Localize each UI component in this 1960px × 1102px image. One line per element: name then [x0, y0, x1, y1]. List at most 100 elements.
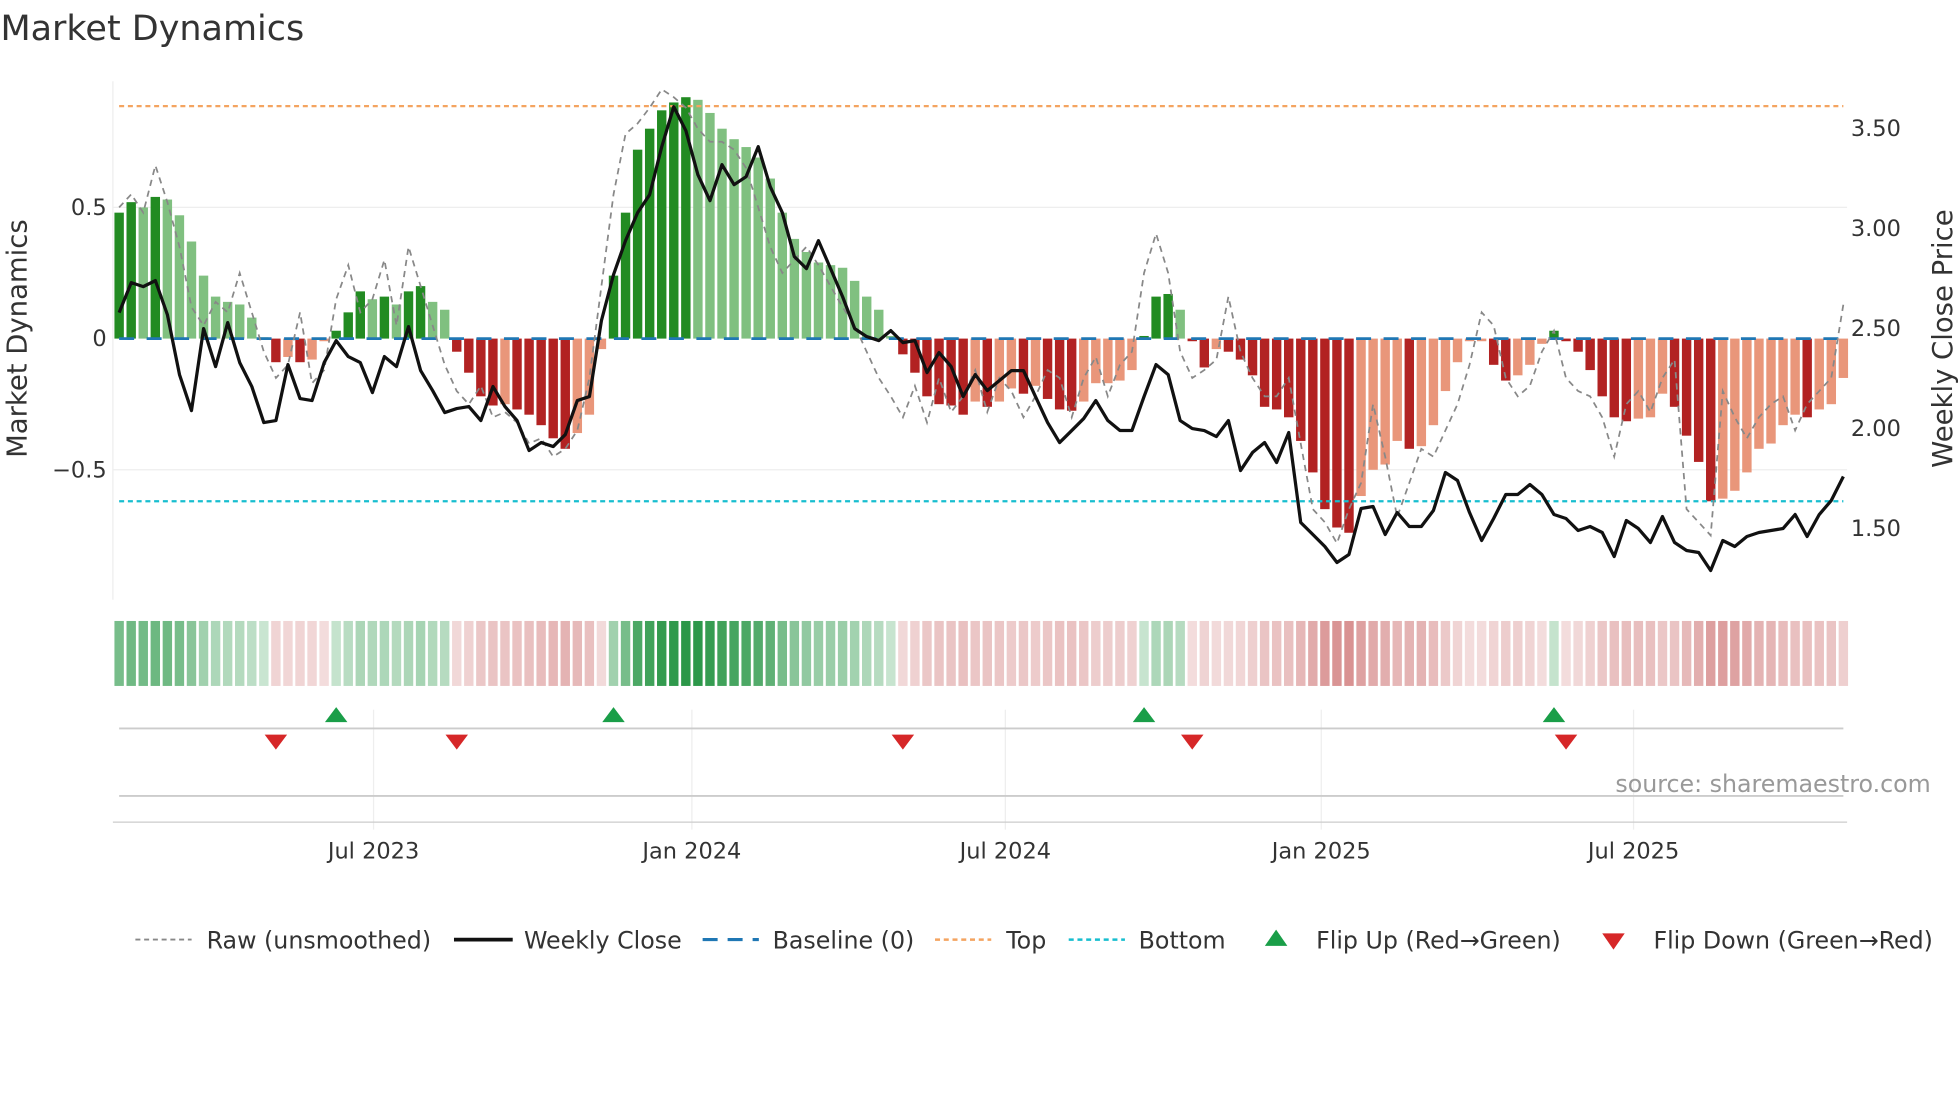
momentum-bar [512, 338, 522, 410]
strip-cell [1754, 620, 1764, 686]
momentum-bar [765, 178, 775, 339]
momentum-bar [1525, 338, 1535, 365]
strip-cell [681, 620, 691, 686]
x-tick-label: Jan 2024 [640, 838, 741, 864]
strip-cell [247, 620, 257, 686]
momentum-bars [114, 97, 1849, 533]
legend-raw-label: Raw (unsmoothed) [207, 926, 431, 954]
strip-cell [1525, 620, 1535, 686]
strip-cell [717, 620, 727, 686]
momentum-bar [1754, 338, 1764, 449]
x-tick-label: Jul 2025 [1586, 838, 1679, 864]
momentum-bar [1054, 338, 1065, 410]
strip-cell [452, 620, 462, 686]
momentum-bar [1356, 338, 1366, 497]
y2-tick-label: 2.50 [1851, 316, 1901, 342]
momentum-bar [536, 338, 546, 426]
strip-cell [1730, 620, 1740, 686]
momentum-bar [1030, 338, 1041, 386]
momentum-bar [1163, 293, 1173, 339]
momentum-bar [1452, 338, 1463, 363]
strip-cell [1416, 620, 1427, 686]
flip-up-marker [1132, 707, 1156, 723]
momentum-bar [1440, 338, 1451, 392]
momentum-bar [753, 157, 763, 339]
momentum-bar [1778, 338, 1788, 426]
strip-cell [259, 620, 269, 686]
strip-cell [1344, 620, 1354, 686]
flip-down-marker [264, 734, 288, 750]
strip-cell [464, 620, 474, 686]
momentum-bar [138, 207, 148, 339]
momentum-bar [126, 202, 136, 339]
legend-flip-up-label: Flip Up (Red→Green) [1316, 926, 1561, 954]
strip-cell [1513, 620, 1523, 686]
momentum-bar [452, 338, 462, 352]
strip-cell [1199, 620, 1210, 686]
strip-cell [548, 620, 558, 686]
strip-cell [729, 620, 739, 686]
strip-cell [1669, 620, 1680, 686]
strip-cell [1633, 620, 1644, 686]
momentum-bar [729, 139, 739, 339]
momentum-bar [476, 338, 486, 397]
x-tick-label: Jan 2025 [1270, 838, 1371, 864]
strip-cell [126, 620, 136, 686]
momentum-bar [1006, 338, 1017, 389]
strip-cell [1476, 620, 1487, 686]
strip-cell [343, 620, 353, 686]
strip-cell [813, 620, 824, 686]
momentum-bar [1151, 296, 1161, 339]
strip-cell [608, 620, 619, 686]
strip-cell [1368, 620, 1378, 686]
strip-cell [186, 620, 197, 686]
momentum-bar [644, 128, 655, 339]
regime-strip [114, 620, 1849, 686]
momentum-bar [1681, 338, 1692, 436]
strip-cell [1621, 620, 1632, 686]
strip-cell [1428, 620, 1439, 686]
strip-cell [705, 620, 715, 686]
strip-cell [1452, 620, 1463, 686]
strip-cell [1151, 620, 1161, 686]
momentum-bar [1091, 338, 1101, 384]
strip-cell [837, 620, 848, 686]
strip-cell [512, 620, 522, 686]
strip-cell [1115, 620, 1125, 686]
strip-cell [970, 620, 980, 686]
raw-line [118, 88, 1845, 546]
momentum-bar [862, 296, 872, 339]
strip-cell [1332, 620, 1342, 686]
strip-cell [849, 620, 860, 686]
strip-cell [295, 620, 305, 686]
strip-cell [283, 620, 293, 686]
y-axis-label: Market Dynamics [2, 219, 34, 458]
momentum-bar [982, 338, 992, 407]
strip-cell [319, 620, 329, 686]
y2-axis-label: Weekly Close Price [1927, 209, 1959, 467]
momentum-bar [379, 296, 390, 339]
strip-cell [1223, 620, 1234, 686]
momentum-bar [1066, 338, 1077, 411]
momentum-bar [427, 301, 438, 339]
strip-cell [1657, 620, 1668, 686]
strip-cell [1645, 620, 1656, 686]
strip-cell [391, 620, 402, 686]
momentum-bar [1271, 338, 1282, 410]
strip-cell [777, 620, 788, 686]
momentum-bar [705, 112, 715, 339]
strip-cell [1163, 620, 1173, 686]
momentum-bar [632, 149, 643, 339]
strip-cell [1537, 620, 1547, 686]
legend-baseline-label: Baseline (0) [773, 926, 915, 954]
y2-tick-label: 3.50 [1851, 116, 1901, 142]
strip-cell [1802, 620, 1812, 686]
flip-up-marker [1542, 707, 1566, 723]
strip-cell [1585, 620, 1595, 686]
strip-cell [994, 620, 1005, 686]
momentum-bar [934, 338, 944, 405]
momentum-bar [1826, 338, 1837, 405]
strip-cell [657, 620, 667, 686]
strip-cell [307, 620, 317, 686]
flip-panel [119, 707, 1844, 797]
